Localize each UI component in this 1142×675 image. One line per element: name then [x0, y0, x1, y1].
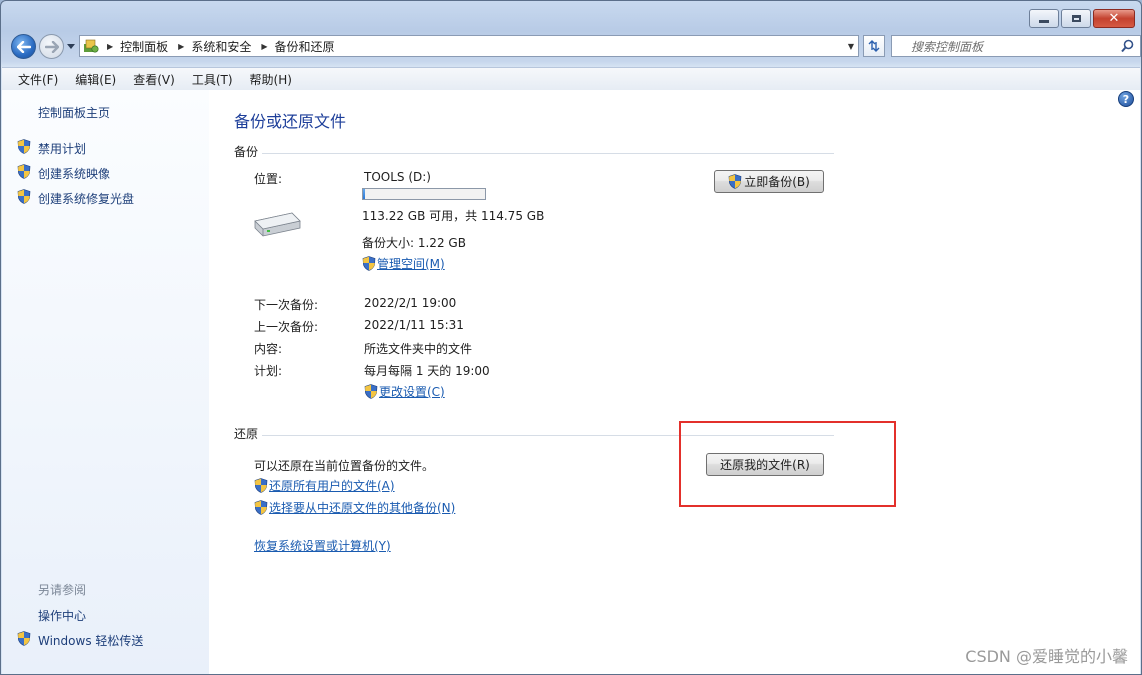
uac-shield-icon — [17, 631, 31, 646]
caption-buttons: ✕ — [1029, 9, 1135, 28]
forward-button[interactable] — [39, 34, 64, 59]
breadcrumb-backup-restore[interactable]: 备份和还原 — [275, 38, 335, 55]
create-system-image-link[interactable]: 创建系统映像 — [38, 165, 110, 182]
forward-arrow-icon — [44, 40, 59, 53]
backup-restore-window: ✕ ▶ 控制面板 ▶ 系统和安全 ▶ 备份和还原 ▼ 搜索控制面板 文件(F) … — [0, 0, 1142, 675]
last-backup-value: 2022/1/11 15:31 — [364, 318, 464, 332]
breadcrumb-separator-icon[interactable]: ▶ — [178, 42, 184, 51]
back-arrow-icon — [16, 40, 31, 53]
windows-easy-transfer-link[interactable]: Windows 轻松传送 — [38, 632, 143, 649]
select-other-backup-label: 选择要从中还原文件的其他备份(N) — [269, 501, 456, 515]
restore-section-heading: 还原 — [234, 427, 259, 441]
close-button[interactable]: ✕ — [1093, 9, 1135, 28]
location-label: 位置: — [254, 172, 283, 186]
uac-shield-icon — [17, 189, 31, 204]
refresh-button[interactable] — [863, 35, 885, 57]
restore-all-users-link[interactable]: 还原所有用户的文件(A) — [254, 477, 395, 494]
page-title: 备份或还原文件 — [234, 112, 347, 131]
recent-pages-dropdown-icon[interactable] — [67, 42, 75, 50]
refresh-icon — [868, 40, 880, 52]
navigation-bar: ▶ 控制面板 ▶ 系统和安全 ▶ 备份和还原 ▼ — [9, 34, 1141, 60]
breadcrumb-separator-icon[interactable]: ▶ — [261, 42, 267, 51]
recover-system-label: 恢复系统设置或计算机(Y) — [254, 539, 391, 553]
control-panel-home-link[interactable]: 控制面板主页 — [38, 104, 110, 121]
close-icon: ✕ — [1108, 11, 1120, 26]
menu-file[interactable]: 文件(F) — [2, 71, 64, 88]
uac-shield-icon — [728, 174, 742, 189]
change-settings-link[interactable]: 更改设置(C) — [364, 383, 445, 400]
hard-drive-icon — [254, 212, 301, 237]
free-space-text: 113.22 GB 可用，共 114.75 GB — [362, 209, 545, 223]
maximize-icon — [1071, 15, 1081, 22]
menu-bar: 文件(F) 编辑(E) 查看(V) 工具(T) 帮助(H) — [2, 67, 1140, 91]
address-bar[interactable]: ▶ 控制面板 ▶ 系统和安全 ▶ 备份和还原 ▼ — [79, 35, 859, 57]
minimize-icon — [1039, 20, 1049, 23]
backup-now-button[interactable]: 立即备份(B) — [714, 170, 824, 193]
manage-space-label: 管理空间(M) — [377, 257, 445, 271]
breadcrumb-control-panel[interactable]: 控制面板 — [120, 38, 168, 55]
watermark-text: CSDN @爱睡觉的小馨 — [965, 647, 1128, 666]
uac-shield-icon — [17, 164, 31, 179]
left-task-pane: 控制面板主页 禁用计划 创建系统映像 创建系统修复光盘 另请参阅 操作中心 Wi… — [2, 90, 209, 674]
manage-space-link[interactable]: 管理空间(M) — [362, 255, 445, 272]
see-also-heading: 另请参阅 — [38, 583, 87, 597]
change-settings-label: 更改设置(C) — [379, 385, 445, 399]
disk-usage-bar — [362, 188, 486, 200]
location-value: TOOLS (D:) — [364, 170, 431, 184]
control-panel-icon — [84, 39, 99, 53]
action-center-link[interactable]: 操作中心 — [38, 607, 86, 624]
search-icon[interactable] — [1121, 39, 1134, 53]
uac-shield-icon — [17, 139, 31, 154]
restore-all-users-label: 还原所有用户的文件(A) — [269, 479, 395, 493]
schedule-value: 每月每隔 1 天的 19:00 — [364, 364, 490, 378]
create-repair-disc-link[interactable]: 创建系统修复光盘 — [38, 190, 134, 207]
menu-tools[interactable]: 工具(T) — [181, 71, 239, 88]
back-button[interactable] — [11, 34, 36, 59]
uac-shield-icon — [362, 256, 376, 271]
search-box — [891, 35, 1141, 57]
breadcrumb-separator-icon[interactable]: ▶ — [107, 42, 113, 51]
annotation-highlight-box — [679, 421, 896, 507]
uac-shield-icon — [254, 500, 268, 515]
main-content: ? 备份或还原文件 备份 位置: TOOLS (D:) 113.22 GB 可用… — [209, 90, 1140, 674]
disk-usage-fill — [363, 189, 365, 199]
uac-shield-icon — [364, 384, 378, 399]
search-input[interactable] — [909, 37, 1123, 57]
menu-view[interactable]: 查看(V) — [122, 71, 181, 88]
content-value: 所选文件夹中的文件 — [364, 342, 473, 356]
next-backup-value: 2022/2/1 19:00 — [364, 296, 457, 310]
next-backup-label: 下一次备份: — [254, 298, 319, 312]
backup-size-text: 备份大小: 1.22 GB — [362, 236, 466, 250]
select-other-backup-link[interactable]: 选择要从中还原文件的其他备份(N) — [254, 499, 455, 516]
uac-shield-icon — [254, 478, 268, 493]
menu-help[interactable]: 帮助(H) — [239, 71, 298, 88]
content-label: 内容: — [254, 342, 283, 356]
schedule-label: 计划: — [254, 364, 283, 378]
help-icon[interactable]: ? — [1118, 91, 1134, 107]
breadcrumb-system-security[interactable]: 系统和安全 — [191, 38, 251, 55]
maximize-button[interactable] — [1061, 9, 1091, 28]
address-dropdown-icon[interactable]: ▼ — [848, 42, 854, 51]
recover-system-link[interactable]: 恢复系统设置或计算机(Y) — [254, 537, 391, 554]
last-backup-label: 上一次备份: — [254, 320, 319, 334]
backup-section-heading: 备份 — [234, 145, 259, 159]
menu-edit[interactable]: 编辑(E) — [64, 71, 122, 88]
disable-schedule-link[interactable]: 禁用计划 — [38, 140, 86, 157]
backup-now-label: 立即备份(B) — [744, 175, 810, 189]
minimize-button[interactable] — [1029, 9, 1059, 28]
restore-description: 可以还原在当前位置备份的文件。 — [254, 459, 435, 473]
backup-section-divider — [262, 153, 834, 154]
